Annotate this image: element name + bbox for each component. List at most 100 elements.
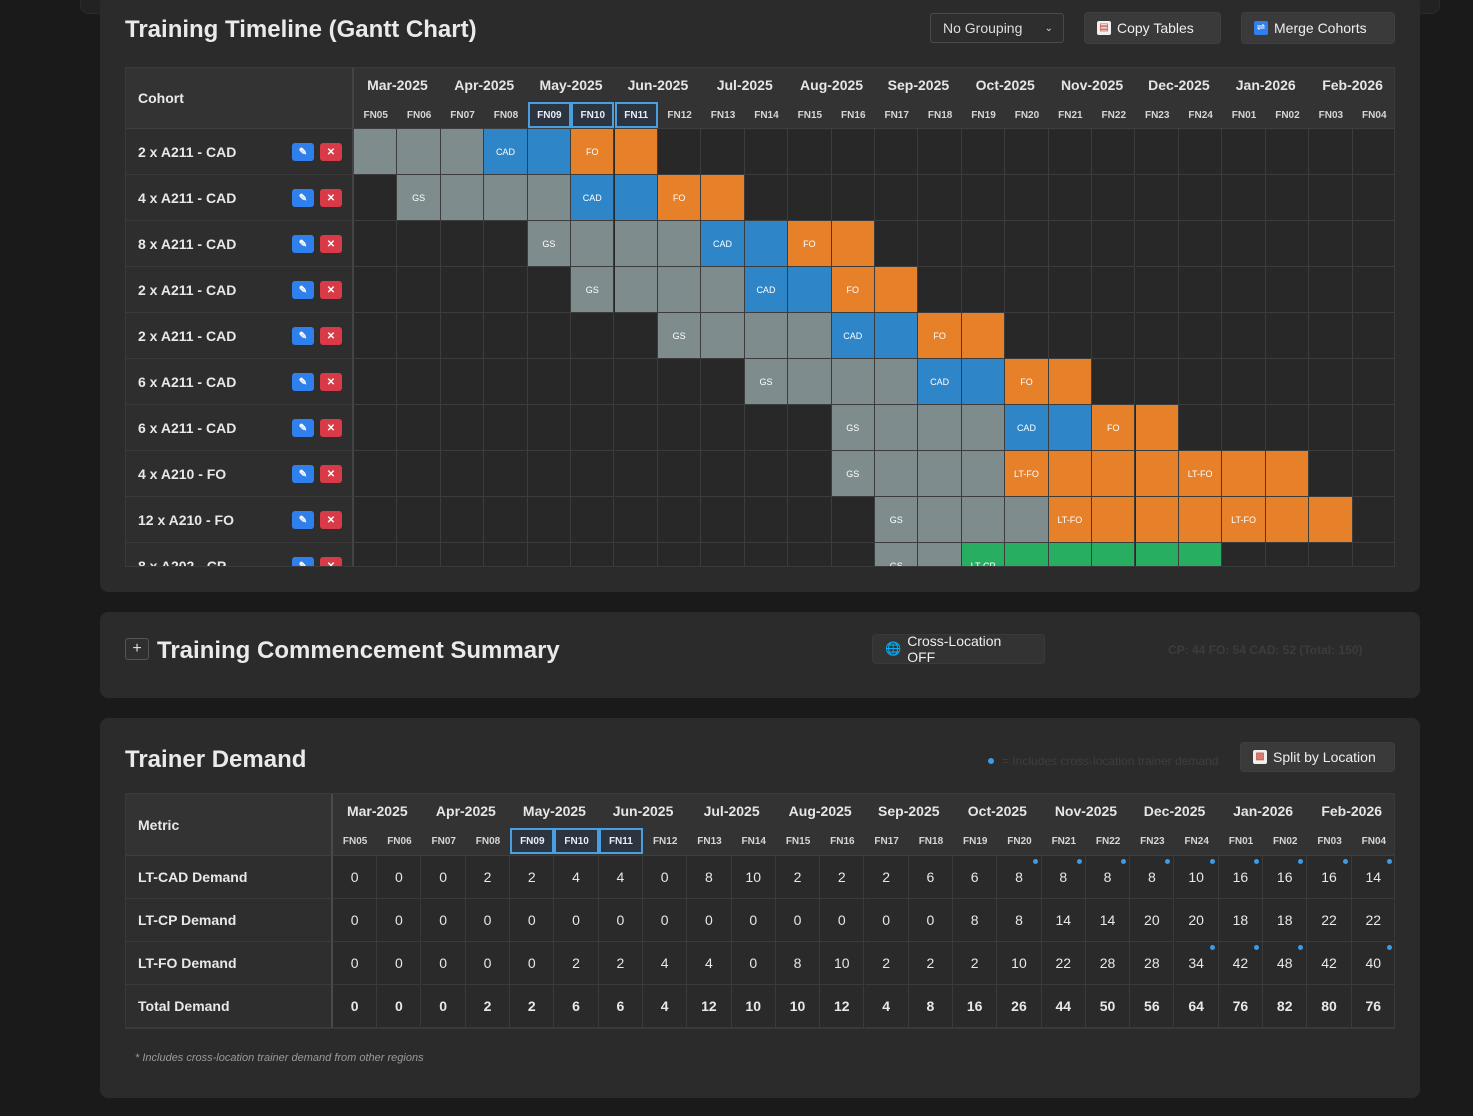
fortnight-header-fn10[interactable]: FN10 [571, 102, 615, 128]
fortnight-header-fn22[interactable]: FN22 [1092, 102, 1135, 128]
fortnight-header-fn12[interactable]: FN12 [658, 102, 701, 128]
delete-cohort-button[interactable]: ✕ [320, 143, 342, 161]
fortnight-header-fn24[interactable]: FN24 [1179, 102, 1222, 128]
fortnight-header-fn08[interactable]: FN08 [484, 102, 527, 128]
pencil-icon: ✎ [298, 560, 308, 567]
delete-cohort-button[interactable]: ✕ [320, 419, 342, 437]
fortnight-header-fn18[interactable]: FN18 [918, 102, 961, 128]
fortnight-header-fn01[interactable]: FN01 [1219, 828, 1263, 854]
fortnight-header-fn20[interactable]: FN20 [997, 828, 1041, 854]
edit-cohort-button[interactable]: ✎ [292, 281, 314, 299]
fortnight-header-fn03[interactable]: FN03 [1307, 828, 1351, 854]
phase-cell-cp [1135, 543, 1179, 566]
fortnight-header-fn14[interactable]: FN14 [732, 828, 776, 854]
empty-cell [918, 221, 962, 267]
fortnight-header-fn21[interactable]: FN21 [1049, 102, 1092, 128]
delete-cohort-button[interactable]: ✕ [320, 327, 342, 345]
edit-cohort-button[interactable]: ✎ [292, 143, 314, 161]
fortnight-header-fn08[interactable]: FN08 [466, 828, 510, 854]
fortnight-header-fn02[interactable]: FN02 [1263, 828, 1307, 854]
pencil-icon: ✎ [298, 284, 308, 296]
empty-cell [744, 405, 789, 451]
demand-cell: 10 [820, 942, 865, 985]
empty-cell [1309, 451, 1353, 497]
fortnight-header-fn23[interactable]: FN23 [1130, 828, 1174, 854]
delete-cohort-button[interactable]: ✕ [320, 557, 342, 566]
edit-cohort-button[interactable]: ✎ [292, 557, 314, 567]
delete-cohort-button[interactable]: ✕ [320, 511, 342, 529]
empty-cell [571, 359, 615, 405]
phase-cell-gs [440, 129, 485, 175]
fortnight-header-fn16[interactable]: FN16 [832, 102, 875, 128]
fortnight-header-fn17[interactable]: FN17 [875, 102, 918, 128]
fortnight-header-fn05[interactable]: FN05 [333, 828, 377, 854]
fortnight-header-fn11[interactable]: FN11 [614, 102, 658, 128]
edit-cohort-button[interactable]: ✎ [292, 327, 314, 345]
fortnight-header-fn05[interactable]: FN05 [354, 102, 397, 128]
fortnight-header-fn09[interactable]: FN09 [527, 102, 572, 128]
edit-cohort-button[interactable]: ✎ [292, 465, 314, 483]
fortnight-header-fn19[interactable]: FN19 [953, 828, 997, 854]
demand-cell: 0 [421, 985, 466, 1028]
edit-cohort-button[interactable]: ✎ [292, 189, 314, 207]
split-by-location-button[interactable]: ▩ Split by Location [1240, 742, 1395, 772]
copy-tables-button[interactable]: ▤ Copy Tables [1084, 12, 1221, 44]
fortnight-header-fn15[interactable]: FN15 [788, 102, 831, 128]
fortnight-header-fn23[interactable]: FN23 [1136, 102, 1179, 128]
fortnight-header-fn02[interactable]: FN02 [1266, 102, 1309, 128]
merge-cohorts-button[interactable]: ⇌ Merge Cohorts [1241, 12, 1395, 44]
demand-cell: 50 [1085, 985, 1131, 1028]
edit-cohort-button[interactable]: ✎ [292, 235, 314, 253]
fortnight-header-fn06[interactable]: FN06 [397, 102, 440, 128]
fortnight-header-fn06[interactable]: FN06 [377, 828, 421, 854]
fortnight-header-fn11[interactable]: FN11 [598, 828, 644, 854]
fortnight-header-fn04[interactable]: FN04 [1352, 828, 1394, 854]
edit-cohort-button[interactable]: ✎ [292, 419, 314, 437]
delete-cohort-button[interactable]: ✕ [320, 235, 342, 253]
expand-toggle[interactable]: + [125, 638, 149, 660]
demand-cell: 22 [1307, 899, 1352, 942]
demand-value: 0 [572, 912, 580, 928]
phase-cell-gs [614, 267, 658, 313]
fortnight-header-fn13[interactable]: FN13 [701, 102, 744, 128]
fortnight-header-fn22[interactable]: FN22 [1086, 828, 1130, 854]
fortnight-header-fn07[interactable]: FN07 [422, 828, 466, 854]
phase-label: FO [586, 146, 599, 157]
delete-cohort-button[interactable]: ✕ [320, 281, 342, 299]
fortnight-header-fn01[interactable]: FN01 [1222, 102, 1265, 128]
fortnight-header-fn21[interactable]: FN21 [1042, 828, 1086, 854]
fortnight-header-fn10[interactable]: FN10 [554, 828, 599, 854]
cross-location-button[interactable]: 🌐 Cross-Location OFF [872, 633, 1045, 665]
month-header: Mar-2025 [367, 77, 428, 93]
delete-cohort-button[interactable]: ✕ [320, 465, 342, 483]
phase-cell-fo: FO [1005, 359, 1049, 405]
fortnight-header-fn18[interactable]: FN18 [909, 828, 953, 854]
fortnight-header-fn14[interactable]: FN14 [745, 102, 788, 128]
fortnight-header-fn13[interactable]: FN13 [687, 828, 731, 854]
fortnight-header-fn03[interactable]: FN03 [1309, 102, 1352, 128]
empty-cell [614, 451, 658, 497]
month-header: Jun-2025 [612, 803, 674, 819]
empty-cell [397, 267, 441, 313]
empty-cell [1222, 405, 1266, 451]
fortnight-header-fn09[interactable]: FN09 [510, 828, 555, 854]
grouping-select[interactable]: No Grouping ⌄ [930, 13, 1064, 43]
fortnight-header-fn07[interactable]: FN07 [441, 102, 484, 128]
fortnight-header-fn19[interactable]: FN19 [962, 102, 1005, 128]
fortnight-header-fn24[interactable]: FN24 [1175, 828, 1219, 854]
delete-cohort-button[interactable]: ✕ [320, 189, 342, 207]
demand-cell: 76 [1351, 985, 1394, 1028]
fortnight-header-fn12[interactable]: FN12 [643, 828, 687, 854]
fortnight-header-fn17[interactable]: FN17 [865, 828, 909, 854]
fortnight-header-fn04[interactable]: FN04 [1353, 102, 1394, 128]
demand-value: 2 [970, 955, 979, 971]
empty-cell [1178, 221, 1223, 267]
fortnight-header-fn16[interactable]: FN16 [820, 828, 864, 854]
edit-cohort-button[interactable]: ✎ [292, 373, 314, 391]
fortnight-header-fn20[interactable]: FN20 [1005, 102, 1048, 128]
demand-value: 0 [439, 998, 448, 1014]
delete-cohort-button[interactable]: ✕ [320, 373, 342, 391]
fortnight-header-fn15[interactable]: FN15 [776, 828, 820, 854]
edit-cohort-button[interactable]: ✎ [292, 511, 314, 529]
cohort-label: 4 x A211 - CAD ✎ ✕ [126, 175, 354, 221]
